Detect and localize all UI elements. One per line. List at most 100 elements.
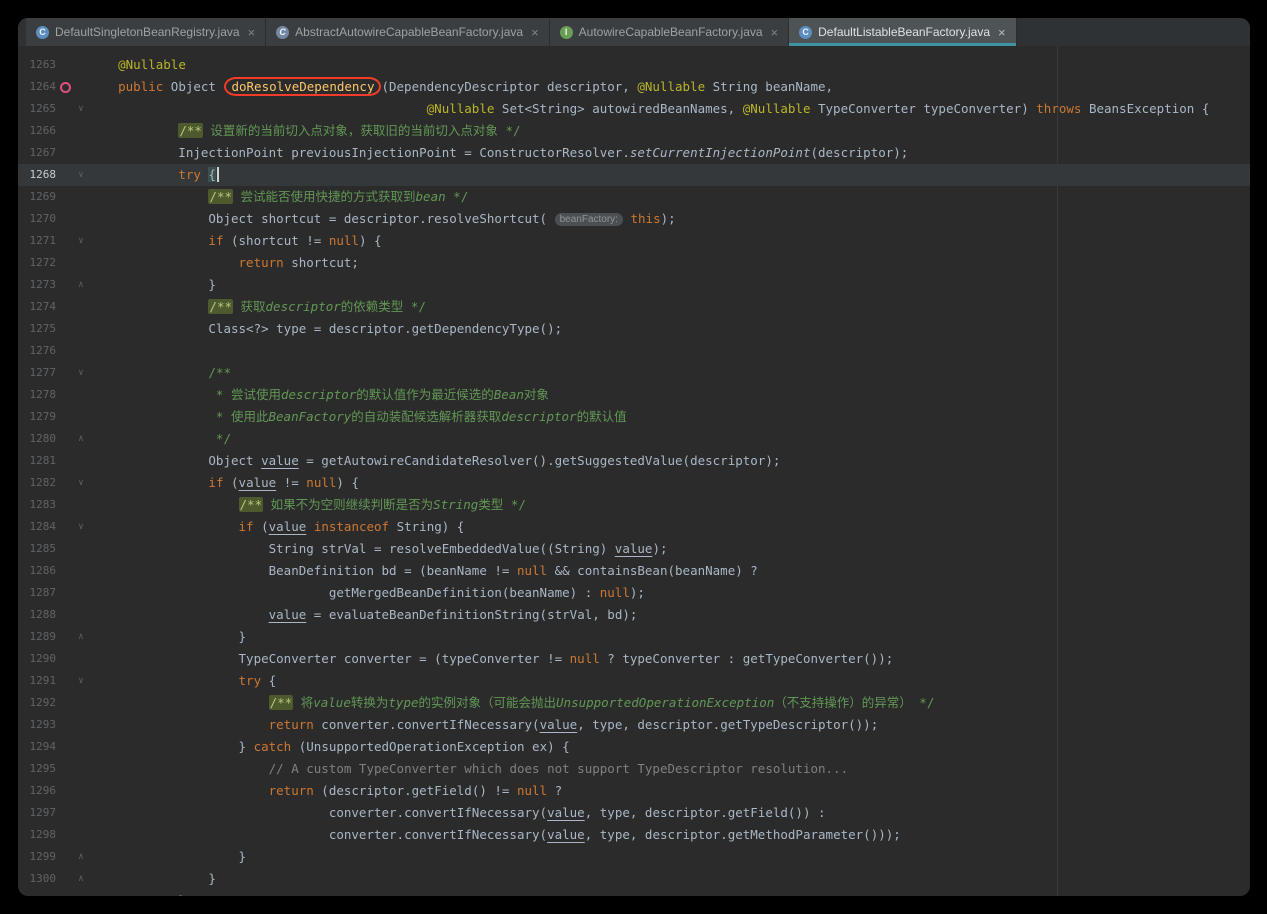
gutter[interactable]: 1267 bbox=[18, 142, 88, 164]
gutter[interactable]: 1269 bbox=[18, 186, 88, 208]
code-line-1281[interactable]: 1281 Object value = getAutowireCandidate… bbox=[18, 450, 1250, 472]
gutter[interactable]: 1301 bbox=[18, 890, 88, 896]
fold-marker[interactable]: ∨ bbox=[74, 230, 88, 252]
code-area[interactable]: 1263 @Nullable 1264 public Object doResol… bbox=[18, 54, 1250, 896]
code-line-1295[interactable]: 1295 // A custom TypeConverter which doe… bbox=[18, 758, 1250, 780]
gutter[interactable]: 1278 bbox=[18, 384, 88, 406]
fold-marker[interactable]: ∨ bbox=[74, 362, 88, 384]
gutter[interactable]: 1273 ∧ bbox=[18, 274, 88, 296]
gutter[interactable]: 1276 bbox=[18, 340, 88, 362]
code-line-1299[interactable]: 1299 ∧ } bbox=[18, 846, 1250, 868]
gutter[interactable]: 1287 bbox=[18, 582, 88, 604]
gutter[interactable]: 1292 bbox=[18, 692, 88, 714]
code-line-1286[interactable]: 1286 BeanDefinition bd = (beanName != nu… bbox=[18, 560, 1250, 582]
fold-marker[interactable]: ∨ bbox=[74, 516, 88, 538]
code-line-1288[interactable]: 1288 value = evaluateBeanDefinitionStrin… bbox=[18, 604, 1250, 626]
close-tab-icon[interactable]: × bbox=[248, 26, 256, 39]
gutter[interactable]: 1282 ∨ bbox=[18, 472, 88, 494]
fold-marker[interactable]: ∧ bbox=[74, 626, 88, 648]
editor-tab-AbstractAutowireCapableBeanFactory[interactable]: C AbstractAutowireCapableBeanFactory.java… bbox=[266, 18, 550, 46]
gutter[interactable]: 1290 bbox=[18, 648, 88, 670]
editor-tab-DefaultListableBeanFactory[interactable]: C DefaultListableBeanFactory.java × bbox=[789, 18, 1017, 46]
gutter[interactable]: 1293 bbox=[18, 714, 88, 736]
gutter[interactable]: 1286 bbox=[18, 560, 88, 582]
code-line-1271[interactable]: 1271 ∨ if (shortcut != null) { bbox=[18, 230, 1250, 252]
code-line-1274[interactable]: 1274 /** 获取descriptor的依赖类型 */ bbox=[18, 296, 1250, 318]
code-line-1298[interactable]: 1298 converter.convertIfNecessary(value,… bbox=[18, 824, 1250, 846]
gutter[interactable]: 1283 bbox=[18, 494, 88, 516]
code-line-1282[interactable]: 1282 ∨ if (value != null) { bbox=[18, 472, 1250, 494]
code-line-1264[interactable]: 1264 public Object doResolveDependency (D… bbox=[18, 76, 1250, 98]
gutter[interactable]: 1284 ∨ bbox=[18, 516, 88, 538]
code-line-1269[interactable]: 1269 /** 尝试能否使用快捷的方式获取到bean */ bbox=[18, 186, 1250, 208]
code-line-1284[interactable]: 1284 ∨ if (value instanceof String) { bbox=[18, 516, 1250, 538]
code-line-1289[interactable]: 1289 ∧ } bbox=[18, 626, 1250, 648]
code-line-1276[interactable]: 1276 bbox=[18, 340, 1250, 362]
code-line-1267[interactable]: 1267 InjectionPoint previousInjectionPoi… bbox=[18, 142, 1250, 164]
gutter[interactable]: 1296 bbox=[18, 780, 88, 802]
gutter[interactable]: 1297 bbox=[18, 802, 88, 824]
gutter[interactable]: 1272 bbox=[18, 252, 88, 274]
code-line-1290[interactable]: 1290 TypeConverter converter = (typeConv… bbox=[18, 648, 1250, 670]
code-line-1277[interactable]: 1277 ∨ /** bbox=[18, 362, 1250, 384]
gutter[interactable]: 1280 ∧ bbox=[18, 428, 88, 450]
gutter[interactable]: 1300 ∧ bbox=[18, 868, 88, 890]
code-line-1287[interactable]: 1287 getMergedBeanDefinition(beanName) :… bbox=[18, 582, 1250, 604]
close-tab-icon[interactable]: × bbox=[771, 26, 779, 39]
gutter[interactable]: 1264 bbox=[18, 76, 88, 98]
gutter[interactable]: 1298 bbox=[18, 824, 88, 846]
code-line-1300[interactable]: 1300 ∧ } bbox=[18, 868, 1250, 890]
code-line-1296[interactable]: 1296 return (descriptor.getField() != nu… bbox=[18, 780, 1250, 802]
gutter[interactable]: 1291 ∨ bbox=[18, 670, 88, 692]
editor-tab-DefaultSingletonBeanRegistry[interactable]: C DefaultSingletonBeanRegistry.java × bbox=[26, 18, 267, 46]
gutter[interactable]: 1285 bbox=[18, 538, 88, 560]
fold-marker[interactable]: ∧ bbox=[74, 868, 88, 890]
code-line-1283[interactable]: 1283 /** 如果不为空则继续判断是否为String类型 */ bbox=[18, 494, 1250, 516]
code-line-1297[interactable]: 1297 converter.convertIfNecessary(value,… bbox=[18, 802, 1250, 824]
code-line-1293[interactable]: 1293 return converter.convertIfNecessary… bbox=[18, 714, 1250, 736]
editor[interactable]: 1263 @Nullable 1264 public Object doResol… bbox=[18, 46, 1250, 896]
gutter[interactable]: 1295 bbox=[18, 758, 88, 780]
fold-marker[interactable]: ∨ bbox=[74, 472, 88, 494]
code-line-1292[interactable]: 1292 /** 将value转换为type的实例对象（可能会抛出Unsuppo… bbox=[18, 692, 1250, 714]
gutter[interactable]: 1279 bbox=[18, 406, 88, 428]
gutter[interactable]: 1294 bbox=[18, 736, 88, 758]
code-line-1265[interactable]: 1265 ∨ @Nullable Set<String> autowiredBea… bbox=[18, 98, 1250, 120]
code-line-1263[interactable]: 1263 @Nullable bbox=[18, 54, 1250, 76]
gutter[interactable]: 1268 ∨ bbox=[18, 164, 88, 186]
code-line-1294[interactable]: 1294 } catch (UnsupportedOperationExcept… bbox=[18, 736, 1250, 758]
gutter[interactable]: 1270 bbox=[18, 208, 88, 230]
code-line-1285[interactable]: 1285 String strVal = resolveEmbeddedValu… bbox=[18, 538, 1250, 560]
code-line-1270[interactable]: 1270 Object shortcut = descriptor.resolv… bbox=[18, 208, 1250, 230]
gutter[interactable]: 1265 ∨ bbox=[18, 98, 88, 120]
fold-marker[interactable]: ∨ bbox=[74, 670, 88, 692]
gutter[interactable]: 1275 bbox=[18, 318, 88, 340]
fold-marker[interactable]: ∧ bbox=[74, 274, 88, 296]
gutter[interactable]: 1266 bbox=[18, 120, 88, 142]
gutter[interactable]: 1274 bbox=[18, 296, 88, 318]
code-line-1268[interactable]: 1268 ∨ try { bbox=[18, 164, 1250, 186]
recursive-call-gutter-icon[interactable] bbox=[59, 81, 71, 93]
code-line-1272[interactable]: 1272 return shortcut; bbox=[18, 252, 1250, 274]
close-tab-icon[interactable]: × bbox=[531, 26, 539, 39]
close-tab-icon[interactable]: × bbox=[998, 26, 1006, 39]
code-line-1280[interactable]: 1280 ∧ */ bbox=[18, 428, 1250, 450]
gutter[interactable]: 1281 bbox=[18, 450, 88, 472]
gutter[interactable]: 1299 ∧ bbox=[18, 846, 88, 868]
gutter[interactable]: 1277 ∨ bbox=[18, 362, 88, 384]
editor-tab-AutowireCapableBeanFactory[interactable]: I AutowireCapableBeanFactory.java × bbox=[549, 18, 790, 46]
code-line-1266[interactable]: 1266 /** 设置新的当前切入点对象，获取旧的当前切入点对象 */ bbox=[18, 120, 1250, 142]
gutter[interactable]: 1289 ∧ bbox=[18, 626, 88, 648]
code-line-1273[interactable]: 1273 ∧ } bbox=[18, 274, 1250, 296]
code-line-1279[interactable]: 1279 * 使用此BeanFactory的自动装配候选解析器获取descrip… bbox=[18, 406, 1250, 428]
fold-marker[interactable]: ∨ bbox=[74, 164, 88, 186]
code-line-1275[interactable]: 1275 Class<?> type = descriptor.getDepen… bbox=[18, 318, 1250, 340]
gutter[interactable]: 1288 bbox=[18, 604, 88, 626]
code-line-1291[interactable]: 1291 ∨ try { bbox=[18, 670, 1250, 692]
gutter[interactable]: 1271 ∨ bbox=[18, 230, 88, 252]
fold-marker[interactable]: ∧ bbox=[74, 428, 88, 450]
gutter[interactable]: 1263 bbox=[18, 54, 88, 76]
fold-marker[interactable]: ∨ bbox=[74, 98, 88, 120]
code-line-1301[interactable]: 1301 } bbox=[18, 890, 1250, 896]
code-line-1278[interactable]: 1278 * 尝试使用descriptor的默认值作为最近候选的Bean对象 bbox=[18, 384, 1250, 406]
